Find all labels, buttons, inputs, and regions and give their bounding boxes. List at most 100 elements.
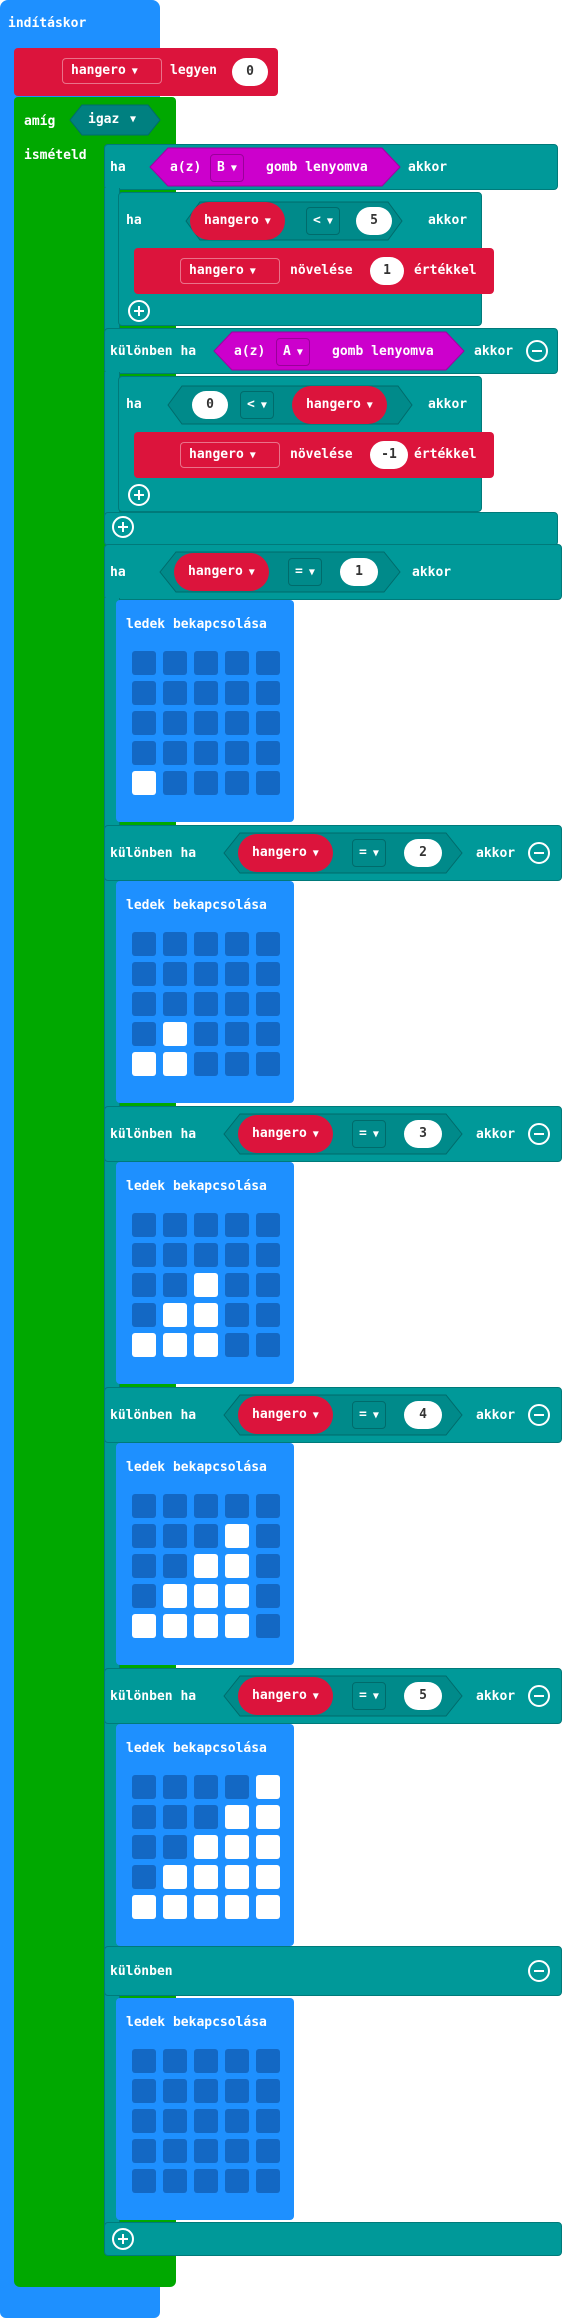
led-off[interactable] xyxy=(132,2139,156,2163)
add-branch-icon[interactable] xyxy=(112,2228,134,2250)
led-off[interactable] xyxy=(132,1805,156,1829)
led-on[interactable] xyxy=(132,1614,156,1638)
less-than-operator-dropdown[interactable]: < ▼ xyxy=(240,391,274,419)
led-off[interactable] xyxy=(256,2169,280,2193)
led-on[interactable] xyxy=(256,1775,280,1799)
led-off[interactable] xyxy=(163,2079,187,2103)
remove-branch-icon[interactable] xyxy=(528,1685,550,1707)
led-off[interactable] xyxy=(225,1494,249,1518)
led-off[interactable] xyxy=(163,1554,187,1578)
led-off[interactable] xyxy=(225,962,249,986)
compare-value-input[interactable]: 2 xyxy=(404,839,442,867)
led-off[interactable] xyxy=(132,1835,156,1859)
led-off[interactable] xyxy=(132,1554,156,1578)
led-off[interactable] xyxy=(163,1805,187,1829)
led-off[interactable] xyxy=(256,681,280,705)
limit-high-input[interactable]: 5 xyxy=(356,207,392,235)
led-on[interactable] xyxy=(163,1052,187,1076)
led-off[interactable] xyxy=(194,741,218,765)
led-off[interactable] xyxy=(194,932,218,956)
button-b-dropdown[interactable]: B ▼ xyxy=(210,154,244,182)
led-off[interactable] xyxy=(225,1052,249,1076)
led-off[interactable] xyxy=(194,2109,218,2133)
led-off[interactable] xyxy=(163,2169,187,2193)
led-off[interactable] xyxy=(132,992,156,1016)
led-off[interactable] xyxy=(163,1213,187,1237)
led-off[interactable] xyxy=(194,711,218,735)
volume-variable-pill[interactable]: hangero ▼ xyxy=(174,553,269,591)
led-off[interactable] xyxy=(256,992,280,1016)
initial-value-input[interactable]: 0 xyxy=(232,58,268,86)
led-on[interactable] xyxy=(163,1303,187,1327)
change-variable-dropdown[interactable]: hangero ▼ xyxy=(180,442,280,468)
led-off[interactable] xyxy=(256,1333,280,1357)
equals-operator-dropdown[interactable]: = ▼ xyxy=(352,1401,386,1429)
remove-branch-icon[interactable] xyxy=(526,340,548,362)
led-off[interactable] xyxy=(194,1052,218,1076)
led-off[interactable] xyxy=(225,992,249,1016)
led-on[interactable] xyxy=(225,1584,249,1608)
led-off[interactable] xyxy=(194,2049,218,2073)
led-on[interactable] xyxy=(163,1895,187,1919)
led-off[interactable] xyxy=(256,2109,280,2133)
led-off[interactable] xyxy=(132,1524,156,1548)
step-down-input[interactable]: -1 xyxy=(370,441,408,469)
led-off[interactable] xyxy=(256,1022,280,1046)
led-grid[interactable] xyxy=(132,1213,288,1359)
led-off[interactable] xyxy=(132,651,156,675)
led-off[interactable] xyxy=(225,1243,249,1267)
led-off[interactable] xyxy=(194,992,218,1016)
led-off[interactable] xyxy=(132,2109,156,2133)
led-off[interactable] xyxy=(132,711,156,735)
led-off[interactable] xyxy=(225,1303,249,1327)
led-off[interactable] xyxy=(132,2079,156,2103)
led-on[interactable] xyxy=(163,1584,187,1608)
led-off[interactable] xyxy=(163,741,187,765)
led-off[interactable] xyxy=(132,741,156,765)
led-off[interactable] xyxy=(163,932,187,956)
led-on[interactable] xyxy=(163,1022,187,1046)
led-off[interactable] xyxy=(256,1524,280,1548)
volume-variable-pill[interactable]: hangero ▼ xyxy=(238,834,333,872)
set-variable-dropdown[interactable]: hangero ▼ xyxy=(62,58,162,84)
volume-variable-pill[interactable]: hangero ▼ xyxy=(238,1677,333,1715)
led-off[interactable] xyxy=(194,651,218,675)
led-off[interactable] xyxy=(256,1614,280,1638)
led-on[interactable] xyxy=(163,1333,187,1357)
led-on[interactable] xyxy=(225,1554,249,1578)
led-off[interactable] xyxy=(256,711,280,735)
step-up-input[interactable]: 1 xyxy=(370,257,404,285)
led-on[interactable] xyxy=(225,1524,249,1548)
led-off[interactable] xyxy=(163,2109,187,2133)
led-off[interactable] xyxy=(225,2079,249,2103)
led-off[interactable] xyxy=(256,771,280,795)
led-grid[interactable] xyxy=(132,651,288,797)
if-volume-block[interactable] xyxy=(104,544,562,600)
led-off[interactable] xyxy=(256,1243,280,1267)
led-off[interactable] xyxy=(163,1243,187,1267)
led-off[interactable] xyxy=(225,2049,249,2073)
led-on[interactable] xyxy=(132,1333,156,1357)
led-off[interactable] xyxy=(194,1775,218,1799)
add-branch-icon[interactable] xyxy=(128,300,150,322)
led-off[interactable] xyxy=(163,1775,187,1799)
led-off[interactable] xyxy=(225,711,249,735)
led-off[interactable] xyxy=(225,1213,249,1237)
led-on[interactable] xyxy=(256,1865,280,1889)
led-off[interactable] xyxy=(132,1213,156,1237)
led-on[interactable] xyxy=(194,1273,218,1297)
compare-value-input[interactable]: 1 xyxy=(340,558,378,586)
compare-value-input[interactable]: 4 xyxy=(404,1401,442,1429)
led-on[interactable] xyxy=(132,771,156,795)
led-off[interactable] xyxy=(194,962,218,986)
led-off[interactable] xyxy=(132,1022,156,1046)
else-block[interactable] xyxy=(104,1946,562,1996)
led-on[interactable] xyxy=(256,1895,280,1919)
led-on[interactable] xyxy=(225,1865,249,1889)
led-on[interactable] xyxy=(194,1584,218,1608)
led-on[interactable] xyxy=(163,1614,187,1638)
led-off[interactable] xyxy=(194,1494,218,1518)
equals-operator-dropdown[interactable]: = ▼ xyxy=(288,558,322,586)
led-on[interactable] xyxy=(225,1835,249,1859)
volume-variable-pill[interactable]: hangero ▼ xyxy=(292,386,387,424)
